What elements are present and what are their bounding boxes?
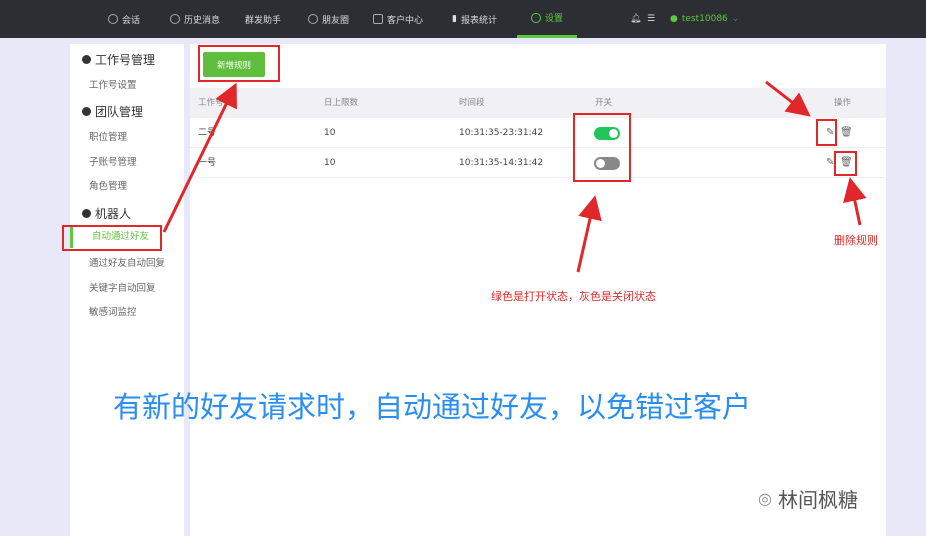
switch-annotation: 绿色是打开状态，灰色是关闭状态 [491, 290, 656, 303]
annotation-arrows [162, 80, 867, 273]
delete-annotation: 删除规则 [834, 234, 878, 247]
caption: 有新的好友请求时，自动通过好友，以免错过客户 [113, 390, 752, 424]
watermark: ◎ 林间枫糖 [758, 488, 858, 512]
wechat-icon: ◎ [758, 489, 772, 508]
